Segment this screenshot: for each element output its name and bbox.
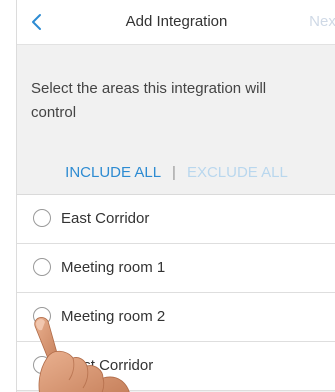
area-label: Meeting room 1 (61, 259, 166, 276)
instruction-text: Select the areas this integration will c… (31, 80, 267, 121)
area-row-west-corridor[interactable]: West Corridor (17, 342, 335, 391)
header-bar: Add Integration Next (17, 0, 335, 45)
area-list: East Corridor Meeting room 1 Meeting roo… (17, 194, 335, 391)
area-row-meeting-room-1[interactable]: Meeting room 1 (17, 244, 335, 293)
integration-screen: Add Integration Next Select the areas th… (16, 0, 335, 392)
area-row-meeting-room-2[interactable]: Meeting room 2 (17, 293, 335, 342)
exclude-all-button[interactable]: EXCLUDE ALL (187, 164, 288, 181)
bulk-actions: INCLUDE ALL | EXCLUDE ALL (17, 164, 335, 181)
radio-button[interactable] (33, 209, 51, 227)
area-row-east-corridor[interactable]: East Corridor (17, 195, 335, 244)
next-button[interactable]: Next (309, 13, 335, 30)
radio-button[interactable] (33, 356, 51, 374)
actions-separator: | (172, 164, 176, 181)
area-label: Meeting room 2 (61, 308, 166, 325)
radio-button[interactable] (33, 258, 51, 276)
area-label: West Corridor (61, 357, 154, 374)
area-label: East Corridor (61, 210, 150, 227)
radio-button[interactable] (33, 307, 51, 325)
include-all-button[interactable]: INCLUDE ALL (65, 164, 161, 181)
page-title: Add Integration (125, 13, 228, 30)
